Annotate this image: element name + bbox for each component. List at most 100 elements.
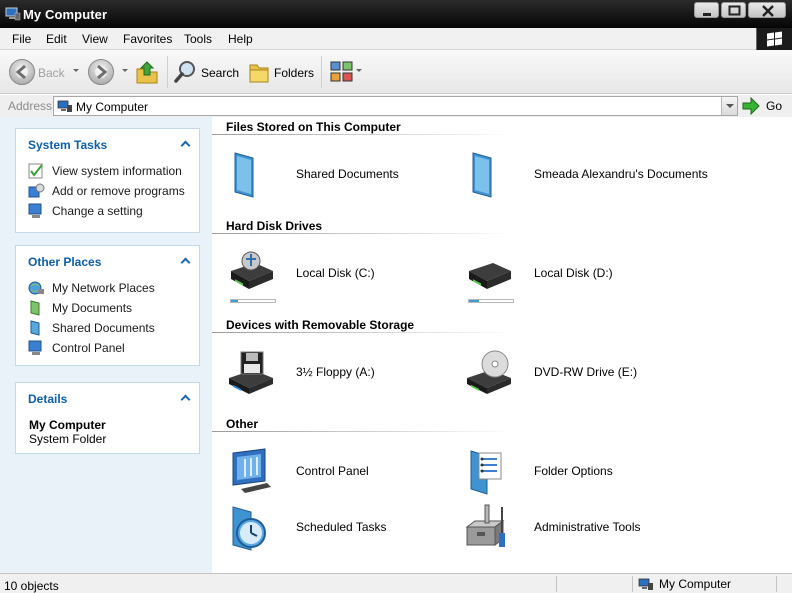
item-administrative-tools[interactable]: Administrative Tools: [465, 499, 641, 555]
search-button[interactable]: Search: [201, 66, 239, 80]
control-panel-icon: [28, 203, 42, 218]
item-shared-documents[interactable]: Shared Documents: [227, 146, 399, 202]
folder-options-icon: [470, 450, 502, 495]
menu-edit[interactable]: Edit: [46, 32, 67, 46]
control-panel-icon: [232, 448, 271, 493]
panel-title: Other Places: [28, 255, 102, 269]
my-documents-icon: [30, 300, 40, 316]
status-object-count: 10 objects: [4, 579, 59, 593]
go-button[interactable]: Go: [742, 96, 790, 116]
menu-favorites[interactable]: Favorites: [123, 32, 172, 46]
item-user-documents[interactable]: Smeada Alexandru's Documents: [465, 146, 708, 202]
task-add-remove-programs[interactable]: Add or remove programs: [28, 182, 185, 200]
address-value: My Computer: [76, 100, 149, 114]
item-control-panel[interactable]: Control Panel: [227, 443, 369, 499]
capacity-fill-c: [231, 300, 238, 302]
floppy-drive-icon: [229, 351, 273, 394]
shared-documents-folder-icon: [234, 152, 254, 198]
hard-disk-icon: [469, 263, 511, 289]
views-icon[interactable]: [330, 61, 354, 83]
item-dvd-rw-e[interactable]: DVD-RW Drive (E:): [465, 344, 637, 400]
item-folder-options[interactable]: Folder Options: [465, 443, 613, 499]
user-documents-folder-icon: [472, 152, 492, 198]
other-places-panel: Other Places My Network Places My Docume…: [15, 245, 200, 366]
control-panel-icon: [28, 340, 42, 355]
back-arrow-icon: [15, 64, 26, 80]
dvd-drive-icon: [467, 350, 511, 394]
title-bar[interactable]: My Computer: [0, 0, 792, 28]
details-panel: Details My Computer System Folder: [15, 382, 200, 454]
place-control-panel[interactable]: Control Panel: [28, 339, 125, 357]
minimize-button[interactable]: [694, 2, 719, 18]
group-title-drives: Hard Disk Drives: [226, 219, 323, 233]
panel-title: Details: [28, 392, 68, 406]
status-location: My Computer: [638, 577, 731, 591]
collapse-chevron-icon[interactable]: [181, 257, 189, 265]
place-my-documents[interactable]: My Documents: [28, 299, 132, 317]
scheduled-tasks-icon: [232, 506, 266, 551]
details-type: System Folder: [29, 432, 107, 446]
system-info-icon: [28, 163, 43, 179]
close-icon: [762, 5, 774, 17]
minimize-icon: [703, 13, 711, 16]
back-dropdown-icon[interactable]: [73, 69, 79, 72]
collapse-chevron-icon[interactable]: [181, 140, 189, 148]
forward-arrow-icon: [97, 64, 108, 80]
capacity-fill-d: [469, 300, 479, 302]
search-icon[interactable]: [174, 60, 198, 84]
menu-bar: File Edit View Favorites Tools Help: [0, 28, 792, 50]
network-places-icon: [28, 281, 44, 295]
panel-title: System Tasks: [28, 138, 108, 152]
my-computer-icon: [57, 100, 72, 112]
content-area: Files Stored on This Computer Shared Doc…: [212, 117, 792, 573]
hard-disk-icon: [231, 251, 273, 289]
folders-button[interactable]: Folders: [274, 66, 314, 80]
address-dropdown-button[interactable]: [721, 97, 737, 115]
details-header[interactable]: Details: [16, 383, 199, 409]
item-scheduled-tasks[interactable]: Scheduled Tasks: [227, 499, 387, 555]
up-folder-icon[interactable]: [134, 59, 160, 85]
place-my-network-places[interactable]: My Network Places: [28, 279, 155, 297]
hard-disk-d: [465, 249, 514, 303]
address-bar: Address My Computer Go: [0, 95, 792, 117]
my-computer-icon: [5, 7, 21, 21]
item-local-disk-c[interactable]: Local Disk (C:): [227, 245, 375, 303]
task-pane: System Tasks View system information Add…: [0, 117, 212, 573]
other-places-header[interactable]: Other Places: [16, 246, 199, 272]
menu-tools[interactable]: Tools: [184, 32, 212, 46]
folders-icon[interactable]: [248, 60, 270, 84]
capacity-bar-c: [230, 299, 276, 303]
menu-file[interactable]: File: [12, 32, 31, 46]
collapse-chevron-icon[interactable]: [181, 394, 189, 402]
address-label: Address: [8, 99, 53, 113]
system-tasks-panel: System Tasks View system information Add…: [15, 128, 200, 233]
windows-logo-icon: [756, 28, 792, 50]
forward-button[interactable]: [88, 59, 114, 85]
my-computer-icon: [638, 578, 653, 590]
address-input[interactable]: My Computer: [53, 96, 738, 116]
maximize-button[interactable]: [721, 2, 746, 18]
shared-documents-icon: [30, 320, 40, 336]
go-label: Go: [766, 99, 783, 113]
add-remove-programs-icon: [28, 183, 45, 198]
close-button[interactable]: [748, 2, 786, 18]
group-title-removable: Devices with Removable Storage: [226, 318, 415, 332]
item-floppy-a[interactable]: 3½ Floppy (A:): [227, 344, 375, 400]
hard-disk-c: [227, 249, 276, 303]
maximize-icon: [728, 5, 741, 16]
group-title-other: Other: [226, 417, 259, 431]
task-view-system-information[interactable]: View system information: [28, 162, 182, 180]
views-dropdown-icon[interactable]: [356, 69, 362, 72]
status-bar: 10 objects My Computer: [0, 573, 792, 593]
item-local-disk-d[interactable]: Local Disk (D:): [465, 245, 613, 303]
administrative-tools-icon: [465, 504, 505, 547]
back-label[interactable]: Back: [38, 66, 65, 80]
forward-dropdown-icon[interactable]: [122, 69, 128, 72]
place-shared-documents[interactable]: Shared Documents: [28, 319, 155, 337]
task-change-a-setting[interactable]: Change a setting: [28, 202, 143, 220]
menu-view[interactable]: View: [82, 32, 108, 46]
back-button[interactable]: [9, 59, 35, 85]
group-title-files: Files Stored on This Computer: [226, 120, 401, 134]
menu-help[interactable]: Help: [228, 32, 253, 46]
system-tasks-header[interactable]: System Tasks: [16, 129, 199, 155]
